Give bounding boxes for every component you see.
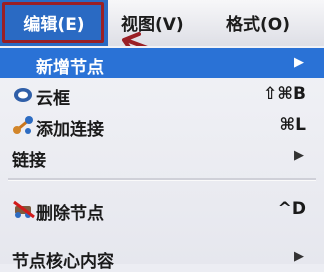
menu-item-add-connection[interactable]: 添加连接 ⌘L — [0, 110, 324, 140]
submenu-arrow-icon: ▶ — [294, 249, 304, 264]
submenu-arrow-icon: ▶ — [294, 148, 304, 163]
edit-dropdown-menu: 新增节点 ▶ 云框 ⇧⌘B 添加连接 ⌘L 链接 ▶ 删除节点 ^D 节点核心内… — [0, 46, 324, 272]
menu-item-label: 添加连接 — [36, 120, 104, 140]
menu-item-link[interactable]: 链接 ▶ — [0, 141, 324, 171]
shortcut-label: ⇧⌘B — [263, 84, 306, 104]
add-connection-icon — [12, 114, 34, 136]
submenu-arrow-icon: ▶ — [294, 55, 304, 70]
delete-node-icon — [12, 198, 35, 220]
menu-item-label: 云框 — [36, 89, 70, 109]
menu-item-cloud[interactable]: 云框 ⇧⌘B — [0, 79, 324, 109]
menu-item-label: 删除节点 — [36, 204, 104, 224]
cloud-icon — [12, 83, 34, 105]
menu-item-delete-node[interactable]: 删除节点 ^D — [0, 194, 324, 224]
menu-separator — [8, 178, 316, 181]
shortcut-label: ^D — [277, 199, 306, 219]
menu-item-node-core-content[interactable]: 节点核心内容 ▶ — [0, 242, 324, 272]
menu-item-label: 新增节点 — [36, 58, 104, 78]
menu-item-label: 链接 — [12, 151, 46, 171]
shortcut-label: ⌘L — [279, 115, 306, 135]
menu-item-label: 节点核心内容 — [12, 252, 114, 272]
menu-item-add-node[interactable]: 新增节点 ▶ — [0, 48, 324, 78]
